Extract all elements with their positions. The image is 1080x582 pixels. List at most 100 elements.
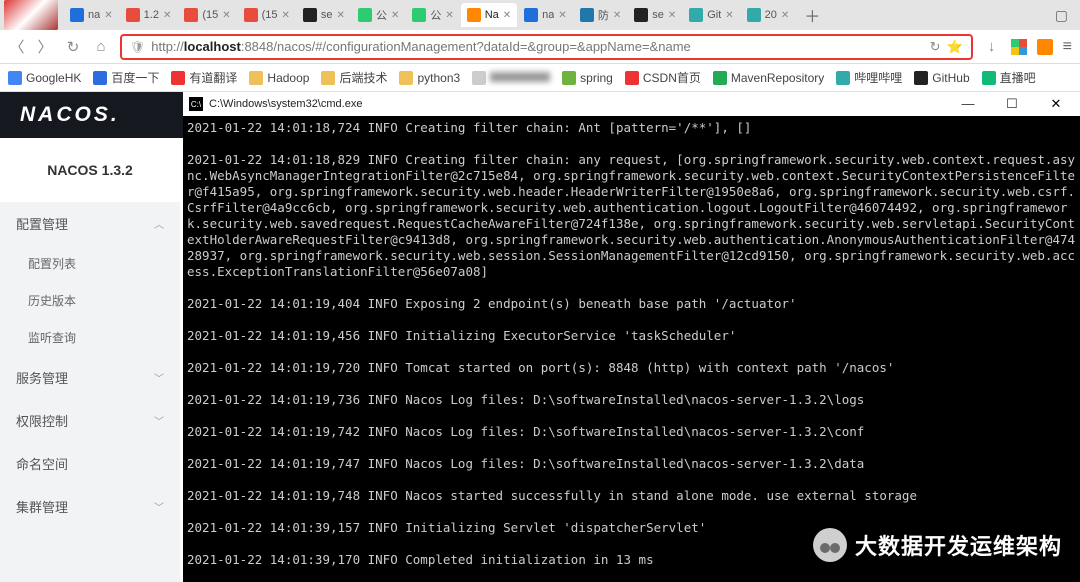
tab-close-icon[interactable]: ✕ [282,10,290,21]
cmd-icon: C:\ [189,97,203,111]
bookmark-favicon [562,71,576,85]
cmd-minimize-button[interactable]: — [950,96,986,112]
menu-namespace[interactable]: 命名空间 [0,442,180,485]
tab-favicon [467,8,481,22]
browser-tab[interactable]: na ✕ [64,3,119,27]
tab-close-icon[interactable]: ✕ [781,10,789,21]
menu-service[interactable]: 服务管理﹀ [0,356,180,399]
tab-favicon [303,8,317,22]
url-star-icon[interactable]: ⭐ [946,39,962,55]
browser-tab[interactable]: 防✕ [574,3,627,27]
browser-tab[interactable]: 公✕ [406,3,459,27]
tab-close-icon[interactable]: ✕ [222,10,230,21]
nav-reload-button[interactable]: ↻ [64,38,82,56]
cmd-window: C:\ C:\Windows\system32\cmd.exe — ☐ ✕ 20… [183,92,1080,582]
bookmark-item[interactable]: 直播吧 [982,69,1036,86]
tab-close-icon[interactable]: ✕ [445,10,453,21]
tab-favicon [580,8,594,22]
bookmark-item[interactable]: GitHub [914,71,969,85]
browser-tab[interactable]: 公✕ [352,3,405,27]
chevron-down-icon: ﹀ [154,413,164,428]
browser-tab[interactable]: se ✕ [297,3,351,27]
cmd-title-text: C:\Windows\system32\cmd.exe [209,98,362,110]
submenu-config-list[interactable]: 配置列表 [0,245,180,282]
bookmark-favicon [8,71,22,85]
browser-tab[interactable]: se✕ [628,3,682,27]
bookmark-label: spring [580,71,613,85]
submenu-listener[interactable]: 监听查询 [0,319,180,356]
bookmark-favicon [171,71,185,85]
bookmark-item[interactable]: GoogleHK [8,71,81,85]
bookmark-label [490,71,550,85]
nav-home-button[interactable]: ⌂ [92,38,110,55]
browser-tab[interactable]: 20✕ [741,3,796,27]
tab-close-icon[interactable]: ✕ [558,10,566,21]
window-restore-icon[interactable]: ▢ [1055,7,1068,24]
nav-forward-button[interactable]: 〉 [36,36,54,57]
bookmark-favicon [914,71,928,85]
address-bar: 〈 〉 ↻ ⌂ 🛡 http://localhost:8848/nacos/#/… [0,30,1080,64]
menu-config[interactable]: 配置管理︿ [0,202,180,245]
tab-favicon [184,8,198,22]
tab-close-icon[interactable]: ✕ [725,10,733,21]
tab-favicon [358,8,372,22]
tab-close-icon[interactable]: ✕ [668,10,676,21]
tab-favicon [689,8,703,22]
menu-cluster[interactable]: 集群管理﹀ [0,485,180,528]
cmd-maximize-button[interactable]: ☐ [994,96,1030,112]
menu-auth[interactable]: 权限控制﹀ [0,399,180,442]
browser-tab[interactable]: (15✕ [238,3,296,27]
tab-close-icon[interactable]: ✕ [391,10,399,21]
nav-back-button[interactable]: 〈 [8,36,26,57]
url-input[interactable]: 🛡 http://localhost:8848/nacos/#/configur… [120,34,973,60]
tab-title: 公 [376,7,387,23]
watermark-text: 大数据开发运维架构 [855,529,1062,561]
profile-avatar[interactable] [4,0,58,30]
bookmark-item[interactable]: MavenRepository [713,71,824,85]
bookmark-item[interactable]: 有道翻译 [171,69,237,86]
browser-tab[interactable]: Na✕ [461,3,517,27]
tab-title: se [321,9,333,21]
bookmark-item[interactable]: 哔哩哔哩 [836,69,902,86]
bookmarks-bar: GoogleHK 百度一下有道翻译 Hadoop 后端技术 python3 spring C… [0,64,1080,92]
tab-favicon [244,8,258,22]
browser-tab[interactable]: na ✕ [518,3,573,27]
browser-tab[interactable]: Git✕ [683,3,739,27]
tab-title: 防 [598,7,609,23]
tab-title: na [88,9,100,21]
tab-favicon [70,8,84,22]
menu-icon[interactable]: ≡ [1063,38,1072,56]
cmd-titlebar[interactable]: C:\ C:\Windows\system32\cmd.exe — ☐ ✕ [183,92,1080,116]
bookmark-label: python3 [417,71,460,85]
bookmark-item[interactable]: 百度一下 [93,69,159,86]
bookmark-item[interactable]: 后端技术 [321,69,387,86]
tab-close-icon[interactable]: ✕ [163,10,171,21]
cmd-output[interactable]: 2021-01-22 14:01:18,724 INFO Creating fi… [183,116,1080,582]
downloads-icon[interactable]: ↓ [983,38,1001,55]
bookmark-label: GitHub [932,71,969,85]
bookmark-label: Hadoop [267,71,309,85]
tab-close-icon[interactable]: ✕ [104,10,112,21]
bookmark-item[interactable]: spring [562,71,613,85]
bookmark-label: 百度一下 [111,69,159,86]
bookmark-item[interactable]: Hadoop [249,71,309,85]
new-tab-button[interactable]: ＋ [796,3,828,27]
tab-close-icon[interactable]: ✕ [613,10,621,21]
bookmark-label: MavenRepository [731,71,824,85]
tab-title: (15 [202,9,218,21]
browser-tab[interactable]: 1.2✕ [120,3,178,27]
extension-icon[interactable] [1037,39,1053,55]
bookmark-item[interactable]: CSDN首页 [625,69,701,86]
tab-title: na [542,9,554,21]
tab-close-icon[interactable]: ✕ [503,10,511,21]
bookmark-item[interactable]: python3 [399,71,460,85]
tab-favicon [126,8,140,22]
cmd-close-button[interactable]: ✕ [1038,96,1074,112]
submenu-history[interactable]: 历史版本 [0,282,180,319]
browser-tab[interactable]: (15 ✕ [178,3,236,27]
url-reload-icon[interactable]: ↻ [930,39,941,55]
site-info-icon[interactable]: 🛡 [130,40,145,54]
bookmark-item[interactable] [472,71,550,85]
apps-grid-icon[interactable] [1011,39,1027,55]
tab-close-icon[interactable]: ✕ [337,10,345,21]
